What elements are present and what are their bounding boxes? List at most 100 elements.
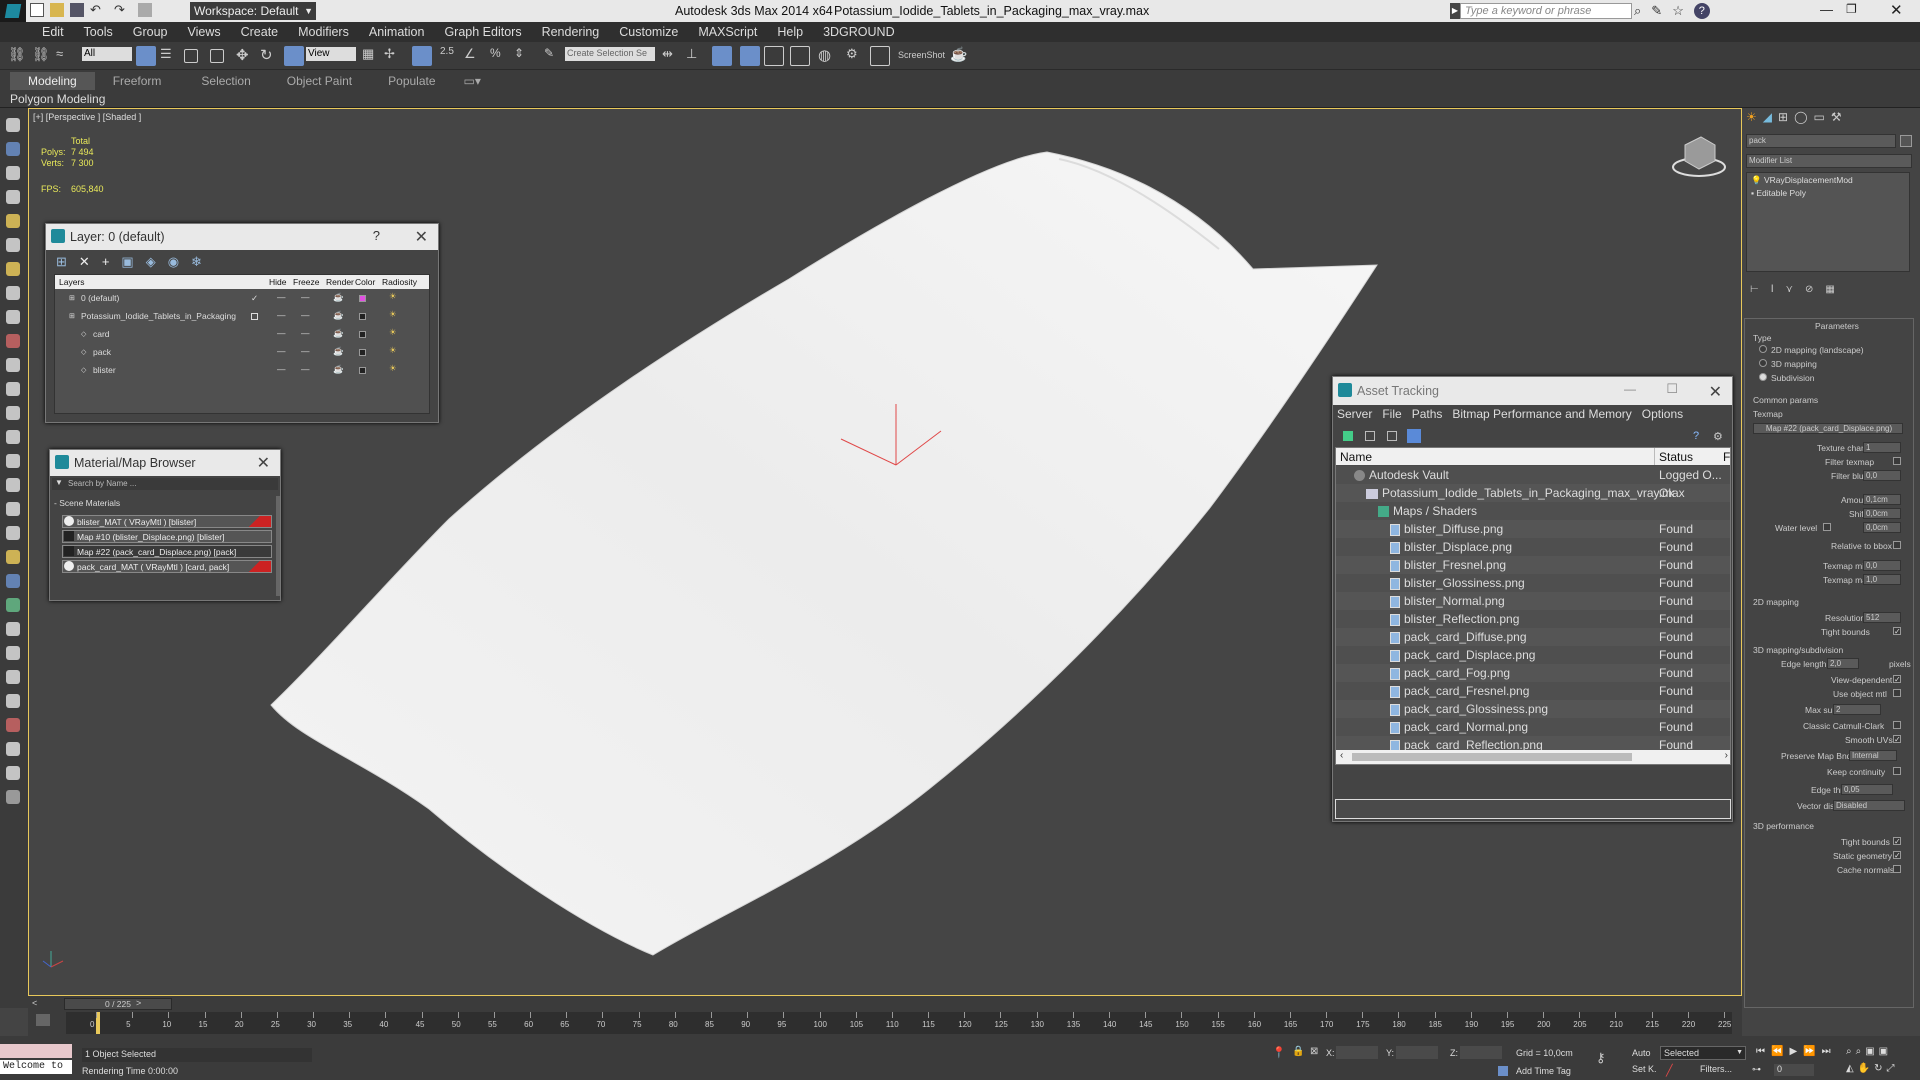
zoom-all-icon[interactable]: ⌕ — [1856, 1046, 1862, 1057]
radiosity-sun-icon[interactable]: ☀ — [389, 345, 397, 356]
hide-all-icon[interactable]: ◉ — [168, 254, 179, 270]
camera-icon[interactable] — [6, 286, 20, 300]
layer-name[interactable]: card — [93, 329, 110, 339]
hide-toggle[interactable]: — — [277, 328, 286, 338]
material-browser-close-button[interactable]: ✕ — [257, 453, 270, 473]
table-view-icon[interactable] — [1387, 431, 1397, 441]
layer-row[interactable]: ◇ pack — — ☕ ☀ — [55, 344, 429, 362]
view-dependent-check[interactable]: ✓ — [1893, 675, 1901, 684]
layer-expand-icon[interactable]: ◇ — [81, 330, 86, 338]
asset-menu-file[interactable]: File — [1382, 407, 1401, 421]
asset-row[interactable]: Potassium_Iodide_Tablets_in_Packaging_ma… — [1336, 484, 1730, 502]
asset-col-name[interactable]: Name — [1340, 450, 1372, 464]
col-radiosity[interactable]: Radiosity — [382, 277, 417, 287]
torus-icon[interactable] — [6, 430, 20, 444]
next-key-icon[interactable]: ⏩ — [1803, 1046, 1815, 1057]
smooth-uvs-check[interactable]: ✓ — [1893, 735, 1901, 744]
menu-3dground[interactable]: 3DGROUND — [823, 25, 895, 39]
render-icon[interactable] — [6, 742, 20, 756]
asset-hscrollbar[interactable]: ‹ › — [1336, 750, 1730, 764]
reference-coord-dropdown[interactable]: View — [306, 47, 356, 61]
schematic-view-icon[interactable] — [790, 46, 810, 66]
radiosity-sun-icon[interactable]: ☀ — [389, 327, 397, 338]
close-button[interactable]: ✕ — [1890, 1, 1903, 19]
object-name-field[interactable]: pack — [1746, 134, 1896, 148]
refresh-icon[interactable] — [1343, 431, 1353, 441]
freeze-toggle[interactable]: — — [301, 292, 310, 302]
tube-icon[interactable] — [6, 526, 20, 540]
asset-path-field[interactable] — [1335, 799, 1731, 819]
layer-name[interactable]: blister — [93, 365, 116, 375]
list-view-icon[interactable] — [1365, 431, 1375, 441]
asset-help-icon[interactable]: ? — [1693, 430, 1699, 442]
asset-menu-server[interactable]: Server — [1337, 407, 1372, 421]
render-teapot-icon[interactable]: ☕ — [333, 328, 344, 339]
wind-icon[interactable] — [6, 670, 20, 684]
material-editor-icon[interactable]: ◍ — [818, 46, 838, 66]
tab-object-paint[interactable]: Object Paint — [269, 72, 370, 90]
minimize-button[interactable]: — — [1820, 2, 1833, 17]
material-browser-scrollbar[interactable] — [276, 496, 280, 596]
maximize-button[interactable]: ❐ — [1846, 2, 1857, 16]
relative-bbox-check[interactable] — [1893, 541, 1901, 549]
create-layer-icon[interactable]: ⊞ — [56, 254, 67, 270]
asset-row[interactable]: pack_card_Fresnel.png Found — [1336, 682, 1730, 700]
script-icon[interactable] — [6, 766, 20, 780]
expand-icon[interactable]: ▪ — [1751, 188, 1754, 198]
track-bar[interactable]: 0 5 10 15 20 25 30 35 40 45 50 55 60 65 70 75 80 85 90 95 10… — [66, 1012, 1732, 1034]
key-filter-icon[interactable]: ╱ — [1666, 1064, 1678, 1077]
modify-tab-icon[interactable]: ◢ — [1763, 110, 1772, 124]
asset-row[interactable]: blister_Diffuse.png Found — [1336, 520, 1730, 538]
keep-continuity-check[interactable] — [1893, 767, 1901, 775]
box-icon[interactable] — [6, 142, 20, 156]
system-icon[interactable] — [6, 358, 20, 372]
asset-row[interactable]: Autodesk Vault Logged O... — [1336, 466, 1730, 484]
menu-create[interactable]: Create — [241, 25, 279, 39]
material-item[interactable]: pack_card_MAT ( VRayMtl ) [card, pack] — [62, 560, 272, 573]
isolate-icon[interactable]: 📍 — [1272, 1046, 1286, 1059]
time-slider[interactable]: 0 / 225 — [64, 998, 172, 1010]
water-level-check[interactable] — [1823, 523, 1831, 531]
highlight-layer-icon[interactable]: ◈ — [146, 254, 156, 270]
resolution-spinner[interactable]: 512 — [1863, 612, 1901, 623]
bulb-icon[interactable]: 💡 — [1751, 175, 1762, 185]
key-icon[interactable]: ⚷ — [1596, 1050, 1606, 1066]
key-filters-button[interactable]: Filters... — [1700, 1064, 1732, 1074]
stack-item-vray-displacement[interactable]: 💡 VRayDisplacementMod — [1747, 173, 1909, 188]
asset-row[interactable]: blister_Fresnel.png Found — [1336, 556, 1730, 574]
col-layers[interactable]: Layers — [59, 277, 85, 287]
tab-freeform[interactable]: Freeform — [95, 72, 180, 90]
plane-icon[interactable] — [6, 190, 20, 204]
layer-expand-icon[interactable]: ◇ — [81, 366, 86, 374]
col-hide[interactable]: Hide — [269, 277, 286, 287]
tight-bounds-check[interactable]: ✓ — [1893, 627, 1901, 636]
edge-thresh-spinner[interactable]: 0,05 — [1841, 784, 1893, 795]
workspace-dropdown[interactable]: Workspace: Default ▼ — [190, 2, 316, 20]
menu-customize[interactable]: Customize — [619, 25, 678, 39]
pyramid-icon[interactable] — [6, 502, 20, 516]
static-geometry-check[interactable]: ✓ — [1893, 851, 1901, 860]
material-item[interactable]: Map #10 (blister_Displace.png) [blister] — [62, 530, 272, 543]
classic-cc-check[interactable] — [1893, 721, 1901, 729]
hierarchy-tab-icon[interactable]: ⊞ — [1778, 110, 1788, 124]
scale-icon[interactable] — [284, 46, 304, 66]
y-coord-field[interactable] — [1396, 1046, 1438, 1059]
spinner-snap-icon[interactable]: ⇕ — [514, 46, 534, 66]
material-item[interactable]: Map #22 (pack_card_Displace.png) [pack] — [62, 545, 272, 558]
asset-col-status[interactable]: Status — [1659, 450, 1693, 464]
amount-spinner[interactable]: 0,1cm — [1863, 494, 1901, 505]
remove-modifier-icon[interactable]: ⊘ — [1805, 284, 1813, 295]
utilities-tab-icon[interactable]: ⚒ — [1831, 110, 1842, 124]
align-icon[interactable]: ⊥ — [686, 46, 706, 66]
rendered-frame-icon[interactable] — [870, 46, 890, 66]
select-manipulate-icon[interactable]: ✢ — [384, 46, 404, 66]
modifier-list-dropdown[interactable]: Modifier List — [1746, 154, 1912, 168]
current-layer-icon[interactable] — [251, 313, 258, 320]
sphere-primitive-icon[interactable] — [6, 406, 20, 420]
grass-icon[interactable] — [6, 598, 20, 612]
spacewarp-icon[interactable] — [6, 334, 20, 348]
vector-displ-dropdown[interactable]: Disabled — [1833, 800, 1905, 811]
menu-group[interactable]: Group — [133, 25, 168, 39]
col-render[interactable]: Render — [326, 277, 354, 287]
pin-stack-icon[interactable]: ⊢ — [1750, 284, 1759, 295]
